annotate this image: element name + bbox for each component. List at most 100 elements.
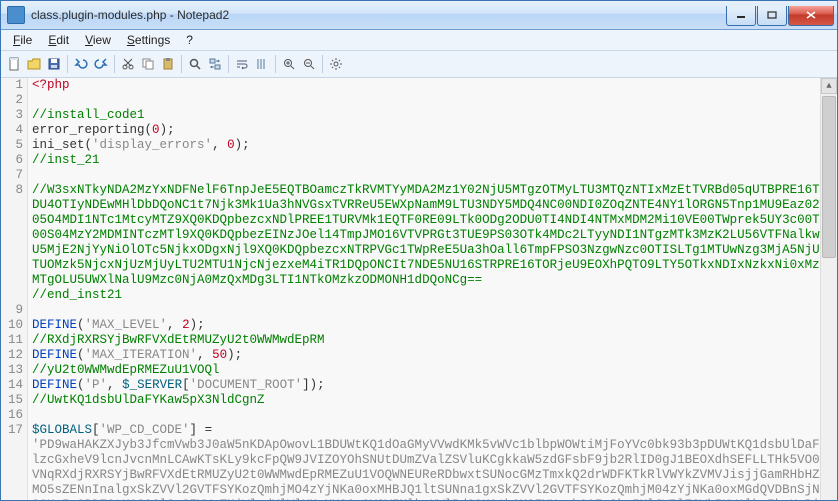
cut-button[interactable] xyxy=(119,55,137,73)
line-number: 8 xyxy=(1,183,23,198)
code-line[interactable]: ini_set('display_errors', 0); xyxy=(32,138,837,153)
line-number xyxy=(1,453,23,468)
indent-guides-button[interactable] xyxy=(253,55,271,73)
copy-icon xyxy=(141,57,155,71)
code-line[interactable] xyxy=(32,93,837,108)
line-number: 13 xyxy=(1,363,23,378)
code-line[interactable]: DEFINE('P', $_SERVER['DOCUMENT_ROOT']); xyxy=(32,378,837,393)
app-window: class.plugin-modules.php - Notepad2 File… xyxy=(0,0,838,501)
undo-button[interactable] xyxy=(72,55,90,73)
menu-bar: File Edit View Settings ? xyxy=(1,30,837,51)
find-icon xyxy=(188,57,202,71)
code-line[interactable]: //inst_21 xyxy=(32,153,837,168)
indent-guides-icon xyxy=(255,57,269,71)
line-number: 11 xyxy=(1,333,23,348)
code-line[interactable]: error_reporting(0); xyxy=(32,123,837,138)
toolbar-separator xyxy=(67,55,68,73)
line-number: 14 xyxy=(1,378,23,393)
find-button[interactable] xyxy=(186,55,204,73)
code-line[interactable]: 05O4MDI1NTc1MtcyMTZ9XQ0KDQpbezcxNDlPREE1… xyxy=(32,213,837,228)
code-line[interactable]: 'PD9waHAKZXJyb3JfcmVwb3J0aW5nKDApOwovL1B… xyxy=(32,438,837,453)
open-file-icon xyxy=(27,57,41,71)
undo-icon xyxy=(74,57,88,71)
maximize-button[interactable] xyxy=(757,6,787,26)
menu-help[interactable]: ? xyxy=(178,31,201,49)
new-file-icon xyxy=(7,57,21,71)
zoom-in-icon xyxy=(282,57,296,71)
code-line[interactable]: //install_code1 xyxy=(32,108,837,123)
line-number: 12 xyxy=(1,348,23,363)
code-line[interactable]: DEFINE('MAX_ITERATION', 50); xyxy=(32,348,837,363)
word-wrap-button[interactable] xyxy=(233,55,251,73)
code-line[interactable]: <?php xyxy=(32,78,837,93)
settings-icon xyxy=(329,57,343,71)
line-number xyxy=(1,198,23,213)
app-icon xyxy=(7,6,25,24)
replace-icon xyxy=(208,57,222,71)
cut-icon xyxy=(121,57,135,71)
scroll-thumb[interactable] xyxy=(822,96,836,258)
code-area[interactable]: <?php //install_code1error_reporting(0);i… xyxy=(28,78,837,500)
new-file-button[interactable] xyxy=(5,55,23,73)
code-line[interactable]: lzcGxheV9lcnJvcnMnLCAwKTsKLy9kcFpQW9JVIZ… xyxy=(32,453,837,468)
toolbar-separator xyxy=(114,55,115,73)
replace-button[interactable] xyxy=(206,55,224,73)
open-file-button[interactable] xyxy=(25,55,43,73)
title-bar[interactable]: class.plugin-modules.php - Notepad2 xyxy=(1,1,837,30)
save-file-button[interactable] xyxy=(45,55,63,73)
line-number xyxy=(1,483,23,498)
line-number xyxy=(1,213,23,228)
code-line[interactable]: //RXdjRXRSYjBwRFVXdEtRMUZyU2t0WWMwdEpRM xyxy=(32,333,837,348)
code-line[interactable]: U5MjE2NjYyNiOlOTc5NjkxODgxNjl9XQ0KDQpbez… xyxy=(32,243,837,258)
minimize-button[interactable] xyxy=(726,6,756,26)
vertical-scrollbar[interactable]: ▲ xyxy=(820,78,837,500)
code-line[interactable]: DEFINE('MAX_LEVEL', 2); xyxy=(32,318,837,333)
redo-icon xyxy=(94,57,108,71)
scroll-up-arrow[interactable]: ▲ xyxy=(821,78,837,94)
code-line[interactable]: //W3sxNTkyNDA2MzYxNDFNelF6TnpJeE5EQTBOam… xyxy=(32,183,837,198)
zoom-out-button[interactable] xyxy=(300,55,318,73)
line-number xyxy=(1,438,23,453)
menu-edit[interactable]: Edit xyxy=(40,31,77,49)
line-number xyxy=(1,258,23,273)
toolbar xyxy=(1,51,837,78)
code-editor[interactable]: 1234567891011121314151617 <?php//install… xyxy=(1,78,837,500)
code-line[interactable]: SOUp5a3BDZ2tKQ3Q2lSa2FYWmZMjWlrdYlVlXMwK… xyxy=(32,498,837,500)
copy-button[interactable] xyxy=(139,55,157,73)
paste-button[interactable] xyxy=(159,55,177,73)
code-line[interactable] xyxy=(32,168,837,183)
code-line[interactable]: MO5sZENnInalgxSkZVVl2GVTFSYKozQmhjMO4zYj… xyxy=(32,483,837,498)
code-line[interactable] xyxy=(32,408,837,423)
code-line[interactable] xyxy=(32,303,837,318)
code-line[interactable]: //yU2t0WWMwdEpRMEZuU1VOQl xyxy=(32,363,837,378)
menu-view[interactable]: View xyxy=(77,31,119,49)
line-number xyxy=(1,243,23,258)
code-line[interactable]: $GLOBALS['WP_CD_CODE'] = xyxy=(32,423,837,438)
line-number: 16 xyxy=(1,408,23,423)
code-line[interactable]: 00S04MzY2MDMINTczMTl9XQ0KDQpbezEINzJOel1… xyxy=(32,228,837,243)
redo-button[interactable] xyxy=(92,55,110,73)
line-number xyxy=(1,468,23,483)
code-line[interactable]: DU4OTIyNDEwMHlDbDQoNC1t7Njk3Mk1Ua3hNVGsx… xyxy=(32,198,837,213)
line-number xyxy=(1,273,23,288)
code-line[interactable]: VNqRXdjRXRSYjBwRFVXdEtRMUZyU2t0WWMwdEpRM… xyxy=(32,468,837,483)
code-line[interactable]: MTgOLU5UWXlNalU9Mzc0NjA0MzQxMDg3LTI1NTkO… xyxy=(32,273,837,288)
menu-file[interactable]: File xyxy=(5,31,40,49)
line-number: 10 xyxy=(1,318,23,333)
code-line[interactable]: //UwtKQ1dsbUlDaFYKaw5pX3NldCgnZ xyxy=(32,393,837,408)
code-line[interactable]: //end_inst21 xyxy=(32,288,837,303)
zoom-in-button[interactable] xyxy=(280,55,298,73)
close-button[interactable] xyxy=(788,6,834,26)
line-number: 15 xyxy=(1,393,23,408)
save-file-icon xyxy=(47,57,61,71)
toolbar-separator xyxy=(228,55,229,73)
toolbar-separator xyxy=(181,55,182,73)
toolbar-separator xyxy=(275,55,276,73)
settings-button[interactable] xyxy=(327,55,345,73)
line-number: 1 xyxy=(1,78,23,93)
line-number: 9 xyxy=(1,303,23,318)
menu-settings[interactable]: Settings xyxy=(119,31,178,49)
line-number-gutter: 1234567891011121314151617 xyxy=(1,78,28,500)
code-line[interactable]: TUOMzk5NjcxNjUzMjUyLTU2MTU1NjcNjezxeM4iT… xyxy=(32,258,837,273)
zoom-out-icon xyxy=(302,57,316,71)
